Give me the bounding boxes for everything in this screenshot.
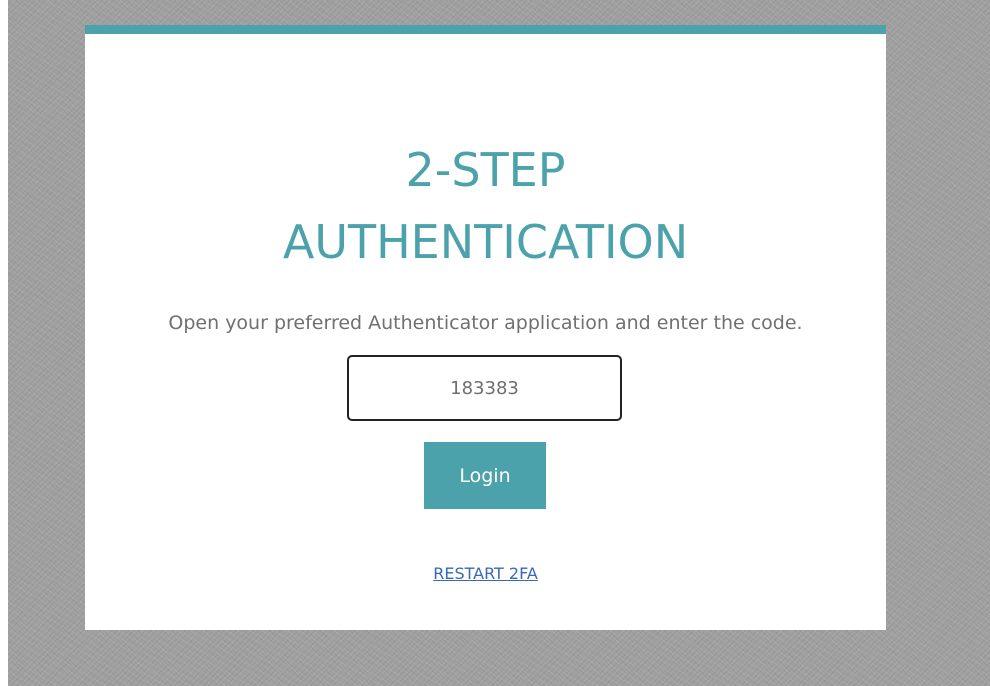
auth-code-input[interactable] [347,355,622,421]
login-button[interactable]: Login [424,442,546,509]
page-title: 2-STEP AUTHENTICATION [85,134,886,278]
restart-2fa-container: RESTART 2FA [85,563,886,585]
auth-card: 2-STEP AUTHENTICATION Open your preferre… [85,25,886,630]
title-line-2: AUTHENTICATION [282,215,689,269]
restart-2fa-link[interactable]: RESTART 2FA [433,564,538,583]
instructions-text: Open your preferred Authenticator applic… [168,312,803,334]
title-line-1: 2-STEP [405,143,566,197]
